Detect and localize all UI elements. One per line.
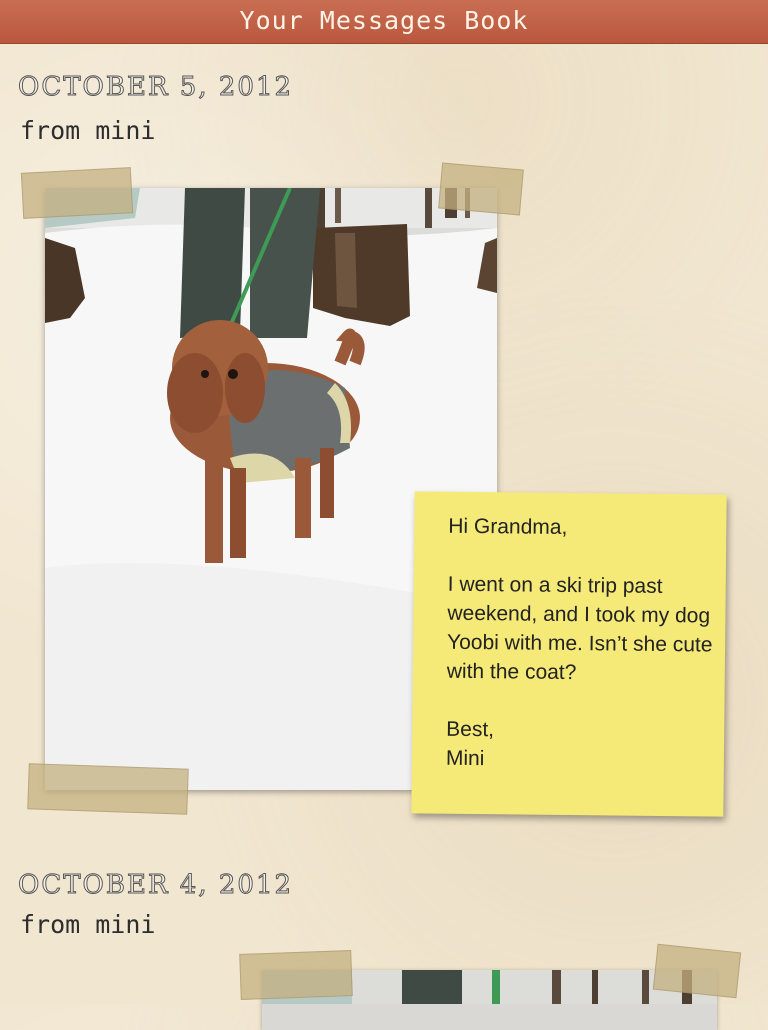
message-sender: from mini	[20, 910, 156, 939]
message-date: OCTOBER 5, 2012	[17, 72, 294, 103]
tape-strip	[20, 167, 134, 219]
tape-strip	[239, 950, 353, 1000]
note-signature: Mini	[445, 746, 485, 771]
title-bar: Your Messages Book	[0, 0, 768, 44]
tape-strip	[652, 943, 742, 999]
message-date: OCTOBER 4, 2012	[17, 870, 294, 901]
note-body: I went on a ski trip past weekend, and I…	[446, 572, 713, 685]
tape-strip	[438, 162, 524, 216]
note-closing: Best,	[446, 717, 495, 742]
note-text: Hi Grandma, I went on a ski trip past we…	[446, 512, 717, 776]
sticky-note: Hi Grandma, I went on a ski trip past we…	[411, 491, 727, 817]
message-sender: from mini	[20, 116, 156, 145]
tape-strip	[27, 763, 189, 815]
note-greeting: Hi Grandma,	[448, 514, 568, 539]
page-title: Your Messages Book	[239, 6, 529, 35]
